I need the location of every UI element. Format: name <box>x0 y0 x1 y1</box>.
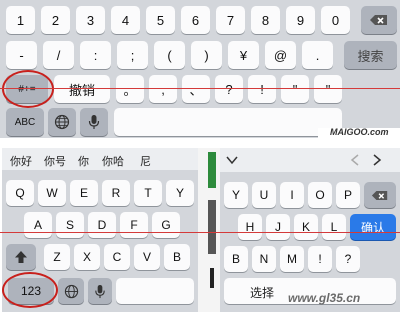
digit-key[interactable]: 7 <box>216 6 245 34</box>
candidate-word[interactable]: 尼 <box>140 153 151 169</box>
digit-key[interactable]: 6 <box>181 6 210 34</box>
symbol-key[interactable]: . <box>302 41 333 69</box>
punctuation-key[interactable]: " <box>281 75 309 103</box>
microphone-icon <box>95 284 105 298</box>
shift-arrow-icon <box>15 251 27 263</box>
maigoo-watermark: MAIGOO.com <box>330 127 389 137</box>
letter-key[interactable]: K <box>294 214 318 240</box>
dark-bar <box>208 200 216 254</box>
top-keyboard: 1234567890 - /:;() ¥ @. 搜索 #+= 撤销 。,、?! " " A… <box>0 0 400 138</box>
annotation-line-bottom <box>0 232 400 233</box>
search-key[interactable]: 搜索 <box>344 41 397 69</box>
symbol-key[interactable]: ) <box>191 41 222 69</box>
bottom-right-keyboard: YUIOP HJKL 确认 B N M!? 选择 <box>220 148 400 312</box>
space-key-2[interactable] <box>116 278 194 304</box>
letter-key[interactable]: B <box>164 244 190 270</box>
microphone-icon <box>88 115 100 129</box>
letter-key[interactable]: C <box>104 244 130 270</box>
digit-key[interactable]: 4 <box>111 6 140 34</box>
letter-key[interactable]: J <box>266 214 290 240</box>
letter-key[interactable]: L <box>322 214 346 240</box>
chevron-right-icon[interactable] <box>372 154 382 166</box>
space-label: 选择 <box>250 286 275 300</box>
annotation-line-top <box>0 88 400 89</box>
backspace-key-2[interactable] <box>364 182 396 208</box>
shift-key[interactable] <box>6 244 36 270</box>
highlight-circle-123-key <box>2 272 58 308</box>
punctuation-key[interactable]: " <box>314 75 342 103</box>
backspace-icon <box>370 15 387 25</box>
small-bar <box>210 268 214 288</box>
green-bar <box>208 152 216 188</box>
letter-key[interactable]: V <box>134 244 160 270</box>
digit-key[interactable]: 9 <box>286 6 315 34</box>
punctuation-key[interactable]: ! <box>248 75 276 103</box>
symbol-key[interactable]: @ <box>265 41 296 69</box>
letter-key[interactable]: G <box>152 212 180 238</box>
candidate-word[interactable]: 你 <box>78 153 89 169</box>
space-key[interactable] <box>114 108 342 136</box>
symbol-key[interactable]: - <box>6 41 37 69</box>
letter-key[interactable]: M <box>280 246 304 272</box>
letter-key[interactable]: Q <box>6 180 34 206</box>
letter-key[interactable]: O <box>308 182 332 208</box>
letter-key[interactable]: W <box>38 180 66 206</box>
punctuation-key[interactable]: 、 <box>182 75 210 103</box>
abc-key[interactable]: ABC <box>6 108 44 136</box>
letter-key[interactable]: T <box>134 180 162 206</box>
gl35-watermark: www.gl35.cn <box>288 291 361 305</box>
symbol-key[interactable]: ( <box>154 41 185 69</box>
chevron-left-icon[interactable] <box>350 154 360 166</box>
symbol-key[interactable]: : <box>80 41 111 69</box>
candidate-word[interactable]: 你号 <box>44 153 66 169</box>
letter-key[interactable]: Z <box>44 244 70 270</box>
letter-key[interactable]: U <box>252 182 276 208</box>
letter-key[interactable]: A <box>24 212 52 238</box>
digit-key[interactable]: 2 <box>41 6 70 34</box>
mic-key-2[interactable] <box>88 278 112 304</box>
letter-key[interactable]: I <box>280 182 304 208</box>
letter-key[interactable]: R <box>102 180 130 206</box>
letter-key[interactable]: X <box>74 244 100 270</box>
letter-key[interactable]: H <box>238 214 262 240</box>
letter-key[interactable]: Y <box>166 180 194 206</box>
confirm-key[interactable]: 确认 <box>350 214 396 240</box>
digit-key[interactable]: 0 <box>321 6 350 34</box>
mic-key[interactable] <box>80 108 108 136</box>
symbol-key[interactable]: ; <box>117 41 148 69</box>
letter-key[interactable]: P <box>336 182 360 208</box>
letter-key[interactable]: Y <box>224 182 248 208</box>
letter-key[interactable]: B <box>224 246 248 272</box>
letter-key[interactable]: ? <box>336 246 360 272</box>
globe-key-2[interactable] <box>58 278 84 304</box>
letter-key[interactable]: F <box>120 212 148 238</box>
letter-key[interactable]: S <box>56 212 84 238</box>
digit-key[interactable]: 8 <box>251 6 280 34</box>
middle-strip <box>198 148 220 312</box>
globe-key[interactable] <box>48 108 76 136</box>
punctuation-key[interactable]: , <box>149 75 177 103</box>
globe-icon <box>54 114 70 130</box>
symbol-key[interactable]: ¥ <box>228 41 259 69</box>
backspace-key[interactable] <box>361 6 397 34</box>
backspace-icon <box>371 190 388 200</box>
digit-key[interactable]: 1 <box>6 6 35 34</box>
highlight-circle-symbol-key <box>2 70 54 108</box>
punctuation-key[interactable]: ? <box>215 75 243 103</box>
chevron-down-icon[interactable] <box>226 155 238 165</box>
punctuation-key[interactable]: 。 <box>116 75 144 103</box>
digit-key[interactable]: 3 <box>76 6 105 34</box>
undo-key[interactable]: 撤销 <box>54 75 110 103</box>
symbol-key[interactable]: / <box>43 41 74 69</box>
letter-key[interactable]: N <box>252 246 276 272</box>
letter-key[interactable]: E <box>70 180 98 206</box>
candidate-word[interactable]: 你哈 <box>102 153 124 169</box>
letter-key[interactable]: ! <box>308 246 332 272</box>
candidate-word[interactable]: 你好 <box>10 153 32 169</box>
letter-key[interactable]: D <box>88 212 116 238</box>
digit-key[interactable]: 5 <box>146 6 175 34</box>
globe-icon <box>64 284 78 298</box>
